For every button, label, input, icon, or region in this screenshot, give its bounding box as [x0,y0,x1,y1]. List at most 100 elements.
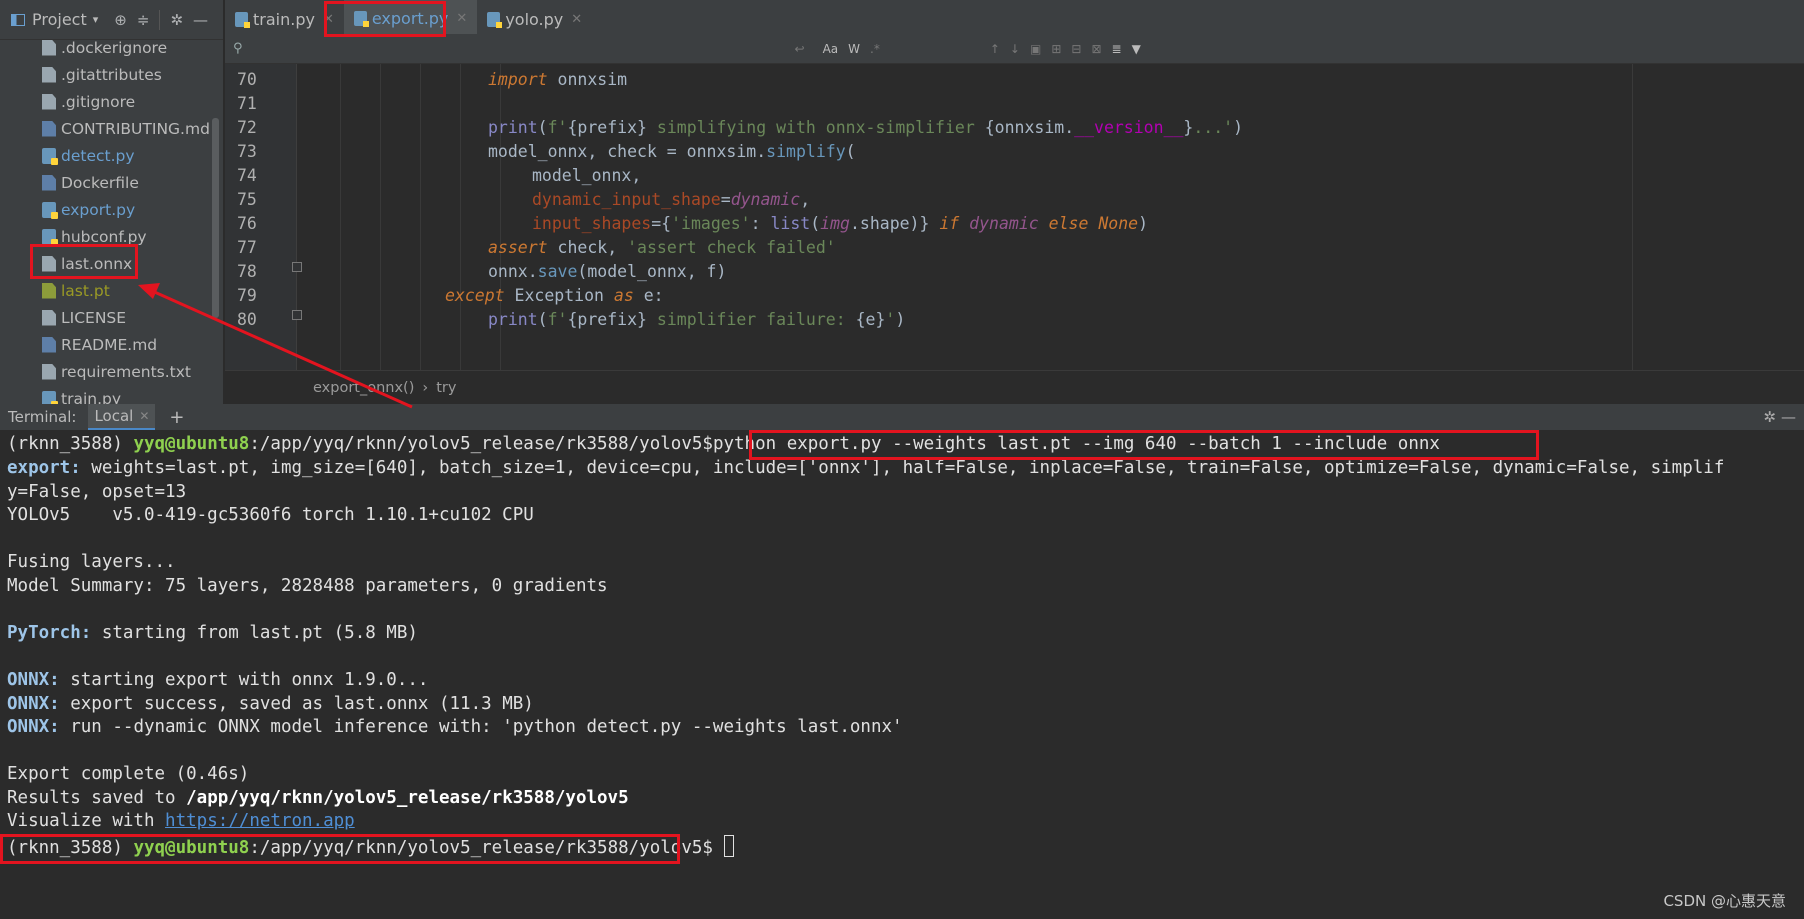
export-args-line: export: weights=last.pt, img_size=[640],… [7,458,1724,478]
terminal-tab-label: Local [94,407,134,425]
regex-icon[interactable]: .* [870,42,880,56]
previous-occurrence-icon[interactable]: ↑ [990,42,1000,56]
line-number: 79 [237,286,257,305]
regex-history-icon[interactable]: ↩ [795,42,805,56]
onnx-line-3: ONNX: run --dynamic ONNX model inference… [7,717,903,737]
pytorch-line: PyTorch: starting from last.pt (5.8 MB) [7,623,418,643]
line-number: 76 [237,214,257,233]
tree-item[interactable]: Dockerfile [0,169,210,196]
tree-item-label: hubconf.py [61,227,147,246]
indent-guide [460,64,461,370]
line-number: 72 [237,118,257,137]
code-line-78: onnx.save(model_onnx, f) [488,262,727,281]
onnx-line-1: ONNX: starting export with onnx 1.9.0... [7,670,428,690]
fold-marker[interactable] [292,310,302,320]
code-line-75: dynamic_input_shape=dynamic, [532,190,811,209]
tree-item[interactable]: .dockerignore [0,34,210,61]
file-tree: .dockerignore .gitattributes .gitignore CON… [0,34,210,404]
markdown-file-icon [42,336,56,353]
minimize-icon[interactable]: — [193,11,208,29]
tree-item-label: Dockerfile [61,173,139,192]
visualize-line: Visualize with https://netron.app [7,811,355,831]
search-input[interactable] [248,37,769,60]
line-number: 73 [237,142,257,161]
match-case-icon[interactable]: Aa [823,42,839,56]
tree-scrollbar[interactable] [212,118,219,318]
export-args-line-2: y=False, opset=13 [7,482,187,502]
add-selection-icon[interactable]: ⊞ [1051,42,1061,56]
prompt-user: yyq@ubuntu8 [133,434,250,454]
code-editor[interactable]: 70 71 72 73 74 75 76 77 78 79 80 import onnxsim pr… [225,64,1804,370]
python-file-icon [235,12,250,28]
search-icon[interactable]: ⚲ [233,41,243,56]
chevron-down-icon[interactable]: ▾ [93,13,99,26]
remove-selection-icon[interactable]: ⊟ [1071,42,1081,56]
line-number: 70 [237,70,257,89]
netron-link[interactable]: https://netron.app [165,811,355,831]
minimize-icon[interactable]: — [1781,408,1796,426]
tree-item[interactable]: LICENSE [0,304,210,331]
tree-item[interactable]: CONTRIBUTING.md [0,115,210,142]
code-line-74: model_onnx, [532,166,642,185]
add-terminal-icon[interactable]: + [169,407,184,428]
text-cursor [723,835,734,857]
onnx-msg-3: run --dynamic ONNX model inference with:… [59,717,903,737]
tree-item[interactable]: train.py [0,385,210,404]
onnx-tag: ONNX: [7,717,60,737]
results-path: /app/yyq/rknn/yolov5_release/rk3588/yolo… [186,788,629,808]
project-icon [10,12,26,28]
onnx-line-2: ONNX: export success, saved as last.onnx… [7,694,534,714]
filter-icon[interactable]: ▼ [1132,42,1141,56]
gear-icon[interactable]: ✲ [1763,408,1776,426]
python-file-icon [42,147,58,165]
code-line-80: print(f'{prefix} simplifier failure: {e}… [488,310,906,329]
tree-item[interactable]: README.md [0,331,210,358]
file-icon [42,66,56,83]
terminal-header: Terminal: Local ✕ + ✲ — [0,404,1804,430]
watermark: CSDN @心惠天意 [1663,892,1786,910]
terminal-tab-local[interactable]: Local ✕ [88,404,156,430]
collapse-all-icon[interactable]: ≑ [137,11,150,29]
tree-item-label: .gitignore [61,92,136,111]
tree-item[interactable]: export.py [0,196,210,223]
tree-item-label: last.pt [61,281,110,300]
python-file-icon [487,12,503,28]
tree-item[interactable]: requirements.txt [0,358,210,385]
onnx-tag: ONNX: [7,694,60,714]
project-title[interactable]: Project [32,10,87,29]
tree-item[interactable]: last.pt [0,277,210,304]
code-line-73: model_onnx, check = onnxsim.simplify( [488,142,856,161]
tree-item[interactable]: detect.py [0,142,210,169]
select-all-icon[interactable]: ⊠ [1091,42,1101,56]
whole-words-icon[interactable]: W [848,42,860,56]
prompt-path: :/app/yyq/rknn/yolov5_release/rk3588/yol… [249,434,713,454]
tree-item[interactable]: .gitignore [0,88,210,115]
line-number: 71 [237,94,257,113]
select-all-occurrences-icon[interactable]: ▣ [1030,42,1041,56]
editor-tab-label: yolo.py [505,10,564,29]
close-icon[interactable]: ✕ [139,409,149,423]
line-number: 75 [237,190,257,209]
visualize-prefix: Visualize with [7,811,166,831]
tree-item[interactable]: .gitattributes [0,61,210,88]
close-icon[interactable]: ✕ [571,12,582,27]
line-number: 80 [237,310,257,329]
gear-icon[interactable]: ✲ [170,11,183,29]
fusing-line: Fusing layers... [7,552,176,572]
tree-item-label: LICENSE [61,308,127,327]
model-file-icon [42,282,56,299]
breadcrumb-function[interactable]: export_onnx() [313,380,414,396]
next-occurrence-icon[interactable]: ↓ [1010,42,1020,56]
close-icon[interactable]: ✕ [456,11,467,26]
terminal-title: Terminal: [8,408,77,426]
tree-item-label: export.py [61,200,136,219]
tree-item-label: .gitattributes [61,65,162,84]
export-args-1: weights=last.pt, img_size=[640], batch_s… [80,458,1725,478]
indent-guide [340,64,341,370]
locate-icon[interactable]: ⊕ [114,11,127,29]
right-margin-guide [1632,64,1633,370]
breadcrumb-block[interactable]: try [436,380,456,396]
code-line-79: except Exception as e: [445,286,664,305]
fold-marker[interactable] [292,262,302,272]
multiline-icon[interactable]: ≣ [1112,42,1122,56]
